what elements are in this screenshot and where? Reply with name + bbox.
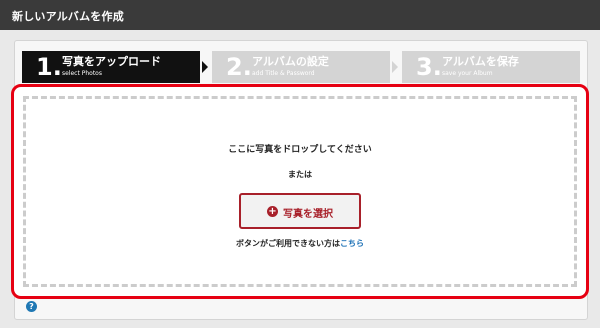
step-label: アルバムを保存 — [442, 55, 519, 68]
step-label: アルバムの設定 — [252, 55, 329, 68]
step-sublabel: add Title & Password — [252, 70, 315, 77]
plus-circle-icon: + — [267, 206, 278, 217]
photo-drop-zone[interactable]: ここに写真をドロップしてください または + 写真を選択 ボタンがご利用できない… — [11, 84, 589, 299]
step-arrow-icon — [202, 61, 208, 73]
step-sublabel: save your Album — [442, 70, 493, 77]
step-upload: 1. 写真をアップロード select Photos — [22, 51, 200, 83]
drop-zone-border — [23, 96, 577, 287]
select-photos-button[interactable]: + 写真を選択 — [239, 193, 361, 229]
step-number: 2. — [226, 53, 252, 81]
step-indicator: 1. 写真をアップロード select Photos 2. アルバムの設定 ad… — [22, 51, 580, 83]
step-save: 3. アルバムを保存 save your Album — [402, 51, 580, 83]
page-header: 新しいアルバムを作成 — [0, 0, 600, 30]
fallback-text: ボタンがご利用できない方は — [236, 239, 340, 248]
select-photos-label: 写真を選択 — [283, 209, 333, 220]
fallback-message: ボタンがご利用できない方はこちら — [14, 238, 586, 249]
step-number: 1. — [36, 53, 62, 81]
help-question-icon[interactable]: ? — [26, 301, 37, 312]
drop-prompt: ここに写真をドロップしてください — [228, 145, 372, 155]
step-arrow-icon — [392, 61, 398, 73]
page-title: 新しいアルバムを作成 — [12, 10, 124, 23]
or-separator: または — [288, 170, 312, 179]
step-settings: 2. アルバムの設定 add Title & Password — [212, 51, 390, 83]
step-label: 写真をアップロード — [62, 55, 161, 68]
fallback-link[interactable]: こちら — [340, 239, 364, 248]
step-sublabel: select Photos — [62, 70, 102, 77]
step-number: 3. — [416, 53, 442, 81]
